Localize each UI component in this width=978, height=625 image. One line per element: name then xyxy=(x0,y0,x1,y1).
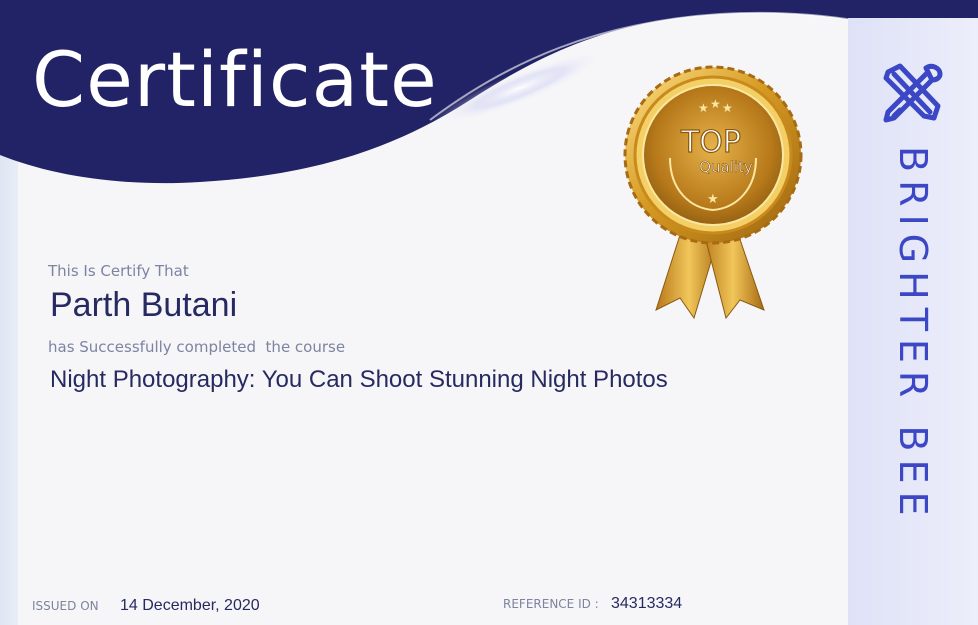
course-name: Night Photography: You Can Shoot Stunnin… xyxy=(50,366,668,393)
svg-text:★: ★ xyxy=(707,192,719,207)
certify-text: This Is Certify That xyxy=(48,262,189,280)
badge-line1: TOP xyxy=(680,125,741,160)
brand-name: BRIGHTER BEE xyxy=(891,146,935,524)
issued-label: ISSUED ON xyxy=(32,599,99,613)
completion-text: has Successfully completed the course xyxy=(48,338,346,356)
left-edge-strip xyxy=(0,150,18,625)
quality-seal-icon: ★ ★ ★ ★ TOP Quality xyxy=(623,65,803,320)
svg-text:★: ★ xyxy=(722,101,733,115)
recipient-name: Parth Butani xyxy=(50,286,238,324)
crossed-pencil-brush-icon xyxy=(883,63,943,123)
reference-id: 34313334 xyxy=(611,595,683,612)
svg-text:★: ★ xyxy=(698,101,709,115)
brand-panel: BRIGHTER BEE xyxy=(848,18,978,625)
reference-label: REFERENCE ID : xyxy=(503,597,599,611)
certificate-title: Certificate xyxy=(32,35,438,124)
badge-line2: Quality xyxy=(699,158,753,176)
issued-date: 14 December, 2020 xyxy=(120,597,260,614)
svg-text:★: ★ xyxy=(710,97,721,111)
